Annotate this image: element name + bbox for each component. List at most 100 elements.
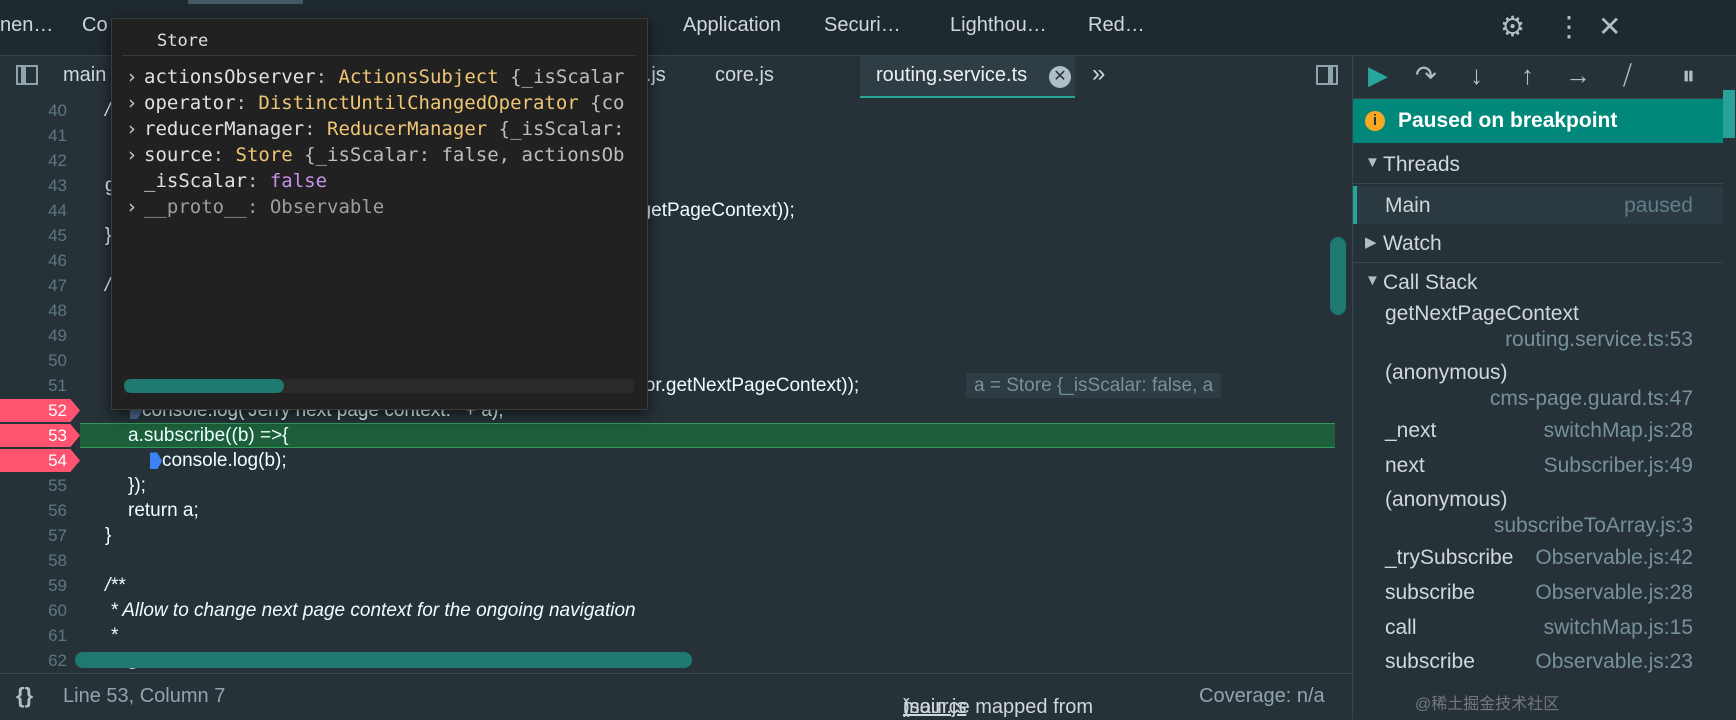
step-over-icon[interactable]: ↷ xyxy=(1415,60,1437,91)
expand-arrow-icon[interactable]: › xyxy=(126,115,144,143)
popover-property-row[interactable]: › operator: DistinctUntilChangedOperator … xyxy=(126,89,631,117)
line-number[interactable]: 49 xyxy=(0,323,67,348)
coverage-status: Coverage: n/a xyxy=(1199,685,1325,707)
file-tab-core[interactable]: core.js xyxy=(715,64,774,87)
line-number[interactable]: 47 xyxy=(0,273,67,298)
property-value: false xyxy=(269,170,328,192)
line-number[interactable]: 56 xyxy=(0,498,67,523)
pause-on-exceptions-icon[interactable]: ⏸ xyxy=(1682,60,1695,92)
watch-section-header[interactable]: ▶ Watch xyxy=(1353,224,1723,263)
line-number[interactable]: 46 xyxy=(0,248,67,273)
thread-item-main[interactable]: Main paused xyxy=(1353,186,1723,224)
line-number[interactable]: 48 xyxy=(0,298,67,323)
line-number[interactable]: 42 xyxy=(0,148,67,173)
expanded-triangle-icon: ▼ xyxy=(1365,154,1380,171)
popover-scrollbar[interactable] xyxy=(124,379,634,393)
variable-hover-popover[interactable]: Store › actionsObserver: ActionsSubject {… xyxy=(111,18,648,410)
editor-vertical-scrollbar[interactable] xyxy=(1330,237,1346,315)
close-icon[interactable]: ✕ xyxy=(1598,10,1621,43)
colon: : xyxy=(315,66,339,88)
line-number[interactable]: 45 xyxy=(0,223,67,248)
source-map-link[interactable]: main.js xyxy=(903,696,966,719)
line-number[interactable]: 43 xyxy=(0,173,67,198)
popover-scroll-thumb[interactable] xyxy=(124,379,284,393)
call-frame[interactable]: (anonymous) subscribeToArray.js:3 xyxy=(1353,488,1723,548)
frame-function: _next xyxy=(1385,419,1437,442)
line-number[interactable]: 50 xyxy=(0,348,67,373)
popover-property-row[interactable]: › __proto__: Observable xyxy=(126,193,631,221)
tab-application[interactable]: Application xyxy=(683,14,781,37)
frame-location: cms-page.guard.ts:47 xyxy=(1489,387,1693,410)
toggle-navigator-icon[interactable] xyxy=(16,65,38,85)
expand-arrow-icon[interactable]: › xyxy=(126,141,144,169)
resume-icon[interactable]: ▶ xyxy=(1368,60,1388,91)
tab-elements[interactable]: nen… xyxy=(0,14,53,37)
line-number[interactable]: 55 xyxy=(0,473,67,498)
file-tab-routing-service[interactable]: routing.service.ts ✕ xyxy=(860,56,1075,99)
call-frame[interactable]: _next switchMap.js:28 xyxy=(1353,419,1723,453)
call-frame[interactable]: _trySubscribe Observable.js:42 xyxy=(1353,546,1723,580)
line-number[interactable]: 60 xyxy=(0,598,67,623)
line-number[interactable]: 54 xyxy=(0,448,67,473)
more-tabs-icon[interactable]: » xyxy=(1092,60,1105,88)
inline-variable-value: a = Store {_isScalar: false, a xyxy=(966,373,1222,398)
vertical-dots-icon[interactable]: ⋮ xyxy=(1555,10,1583,43)
close-tab-icon[interactable]: ✕ xyxy=(1049,66,1071,88)
expand-arrow-icon[interactable]: › xyxy=(126,63,144,91)
tab-security[interactable]: Securi… xyxy=(824,14,901,37)
file-tab-main[interactable]: main xyxy=(63,64,106,87)
deactivate-breakpoints-icon[interactable]: ⧸ xyxy=(1623,60,1632,92)
line-number[interactable]: 62 xyxy=(0,648,67,673)
popover-property-row[interactable]: › actionsObserver: ActionsSubject {_isSca… xyxy=(126,63,631,91)
tab-lighthouse[interactable]: Lighthou… xyxy=(950,14,1047,37)
toggle-debugger-icon[interactable] xyxy=(1316,65,1338,85)
code-line: r.getPageContext)); xyxy=(630,200,795,221)
step-icon[interactable]: → xyxy=(1565,60,1591,91)
line-number[interactable]: 58 xyxy=(0,548,67,573)
step-into-icon[interactable]: ↓ xyxy=(1470,60,1483,91)
popover-property-row[interactable]: › reducerManager: ReducerManager {_isScal… xyxy=(126,115,631,143)
info-icon: i xyxy=(1365,111,1385,131)
threads-section-header[interactable]: ▼ Threads xyxy=(1353,145,1723,184)
call-frame[interactable]: next Subscriber.js:49 xyxy=(1353,454,1723,488)
sidebar-scrollbar[interactable] xyxy=(1723,90,1735,138)
property-key: operator xyxy=(144,92,236,114)
frame-location: subscribeToArray.js:3 xyxy=(1493,514,1693,537)
editor-horizontal-scrollbar[interactable] xyxy=(75,652,692,668)
expand-arrow-icon[interactable]: › xyxy=(126,193,144,221)
property-key: __proto__ xyxy=(144,196,247,218)
code-line: * xyxy=(105,625,118,646)
call-frame[interactable]: (anonymous) cms-page.guard.ts:47 xyxy=(1353,361,1723,421)
popover-property-row[interactable]: › source: Store {_isScalar: false, action… xyxy=(126,141,631,169)
line-number[interactable]: 40 xyxy=(0,98,67,123)
frame-location: Observable.js:23 xyxy=(1535,650,1693,673)
call-frame[interactable]: getNextPageContext routing.service.ts:53 xyxy=(1353,302,1723,362)
code-line: * Allow to change next page context for … xyxy=(105,600,636,621)
call-stack-section-header[interactable]: ▼ Call Stack xyxy=(1353,263,1723,301)
step-out-icon[interactable]: ↑ xyxy=(1521,60,1534,91)
property-type: DistinctUntilChangedOperator xyxy=(258,92,579,114)
line-number[interactable]: 51 xyxy=(0,373,67,398)
line-number[interactable]: 61 xyxy=(0,623,67,648)
tab-redux[interactable]: Red… xyxy=(1088,14,1145,37)
watermark: @稀土掘金技术社区 xyxy=(1415,696,1560,713)
status-bar: {} Line 53, Column 7 (source mapped from… xyxy=(0,673,1352,720)
line-number[interactable]: 52 xyxy=(0,398,67,423)
call-frame[interactable]: call switchMap.js:15 xyxy=(1353,616,1723,650)
property-type: ReducerManager xyxy=(327,118,488,140)
line-number[interactable]: 53 xyxy=(0,423,67,448)
line-number[interactable]: 44 xyxy=(0,198,67,223)
line-number[interactable]: 41 xyxy=(0,123,67,148)
colon: : xyxy=(246,170,270,192)
pretty-print-icon[interactable]: {} xyxy=(16,683,33,709)
line-number[interactable]: 59 xyxy=(0,573,67,598)
call-frame[interactable]: subscribe Observable.js:28 xyxy=(1353,581,1723,615)
gear-icon[interactable]: ⚙ xyxy=(1500,10,1525,43)
tab-console[interactable]: Co xyxy=(82,14,108,37)
line-number[interactable]: 57 xyxy=(0,523,67,548)
debugger-toolbar: ▶ ↷ ↓ ↑ → ⧸ ⏸ xyxy=(1353,56,1736,99)
inline-breakpoint-icon[interactable] xyxy=(150,452,162,470)
property-preview: {_isScalar: xyxy=(487,118,625,140)
expand-arrow-icon[interactable]: › xyxy=(126,89,144,117)
call-frame[interactable]: subscribe Observable.js:23 xyxy=(1353,650,1723,684)
